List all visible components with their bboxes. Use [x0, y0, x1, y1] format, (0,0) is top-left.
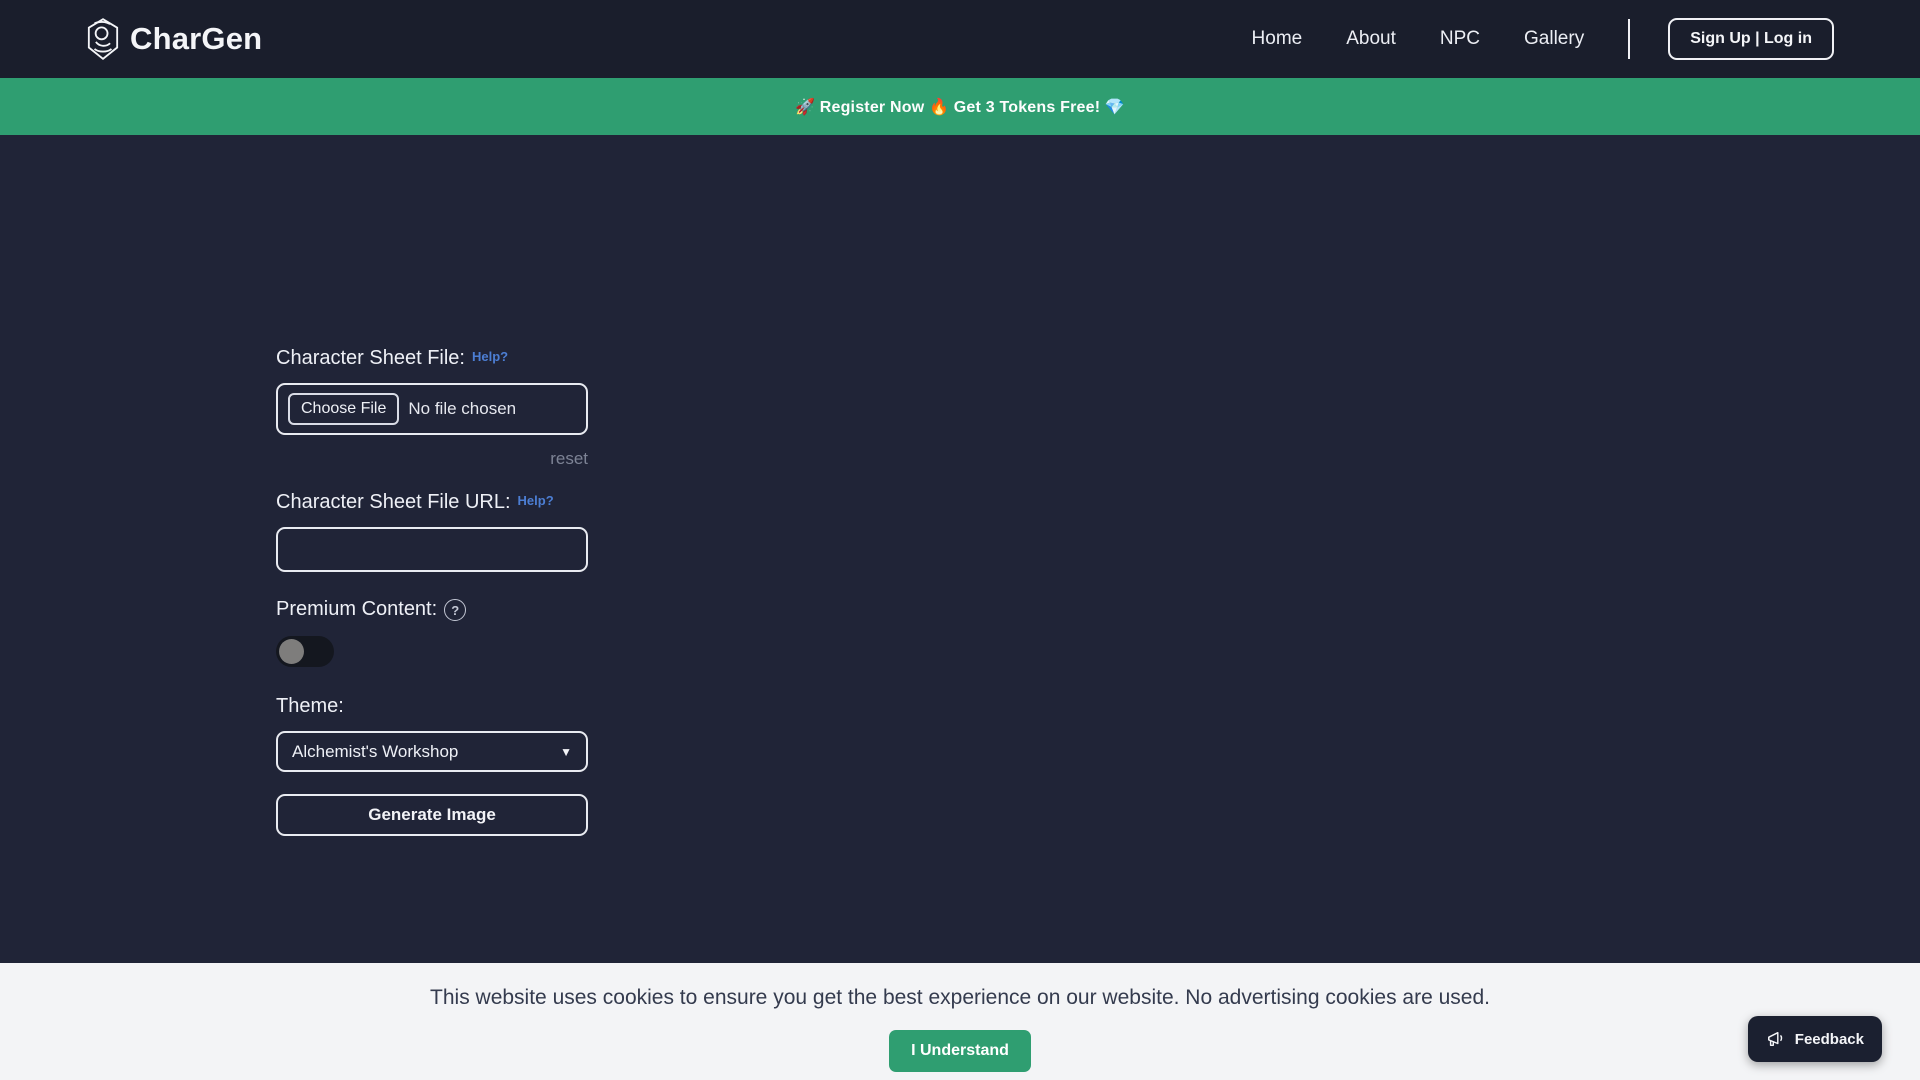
feedback-button-label: Feedback — [1795, 1031, 1864, 1048]
nav-link-about[interactable]: About — [1346, 28, 1396, 50]
theme-select[interactable]: Alchemist's Workshop ▼ — [276, 731, 588, 772]
url-help-link[interactable]: Help? — [518, 493, 554, 508]
chevron-down-icon: ▼ — [560, 745, 572, 759]
brand-name: CharGen — [130, 21, 262, 57]
nav-links: Home About NPC Gallery — [1252, 28, 1585, 50]
file-field-label: Character Sheet File: — [276, 347, 465, 370]
nav-divider — [1628, 19, 1630, 59]
premium-toggle[interactable] — [276, 636, 334, 667]
file-help-link[interactable]: Help? — [472, 349, 508, 364]
generator-form: Character Sheet File: Help? Choose File … — [276, 347, 588, 836]
file-input[interactable]: Choose File No file chosen — [276, 383, 588, 435]
premium-label: Premium Content: — [276, 598, 437, 621]
url-field-label: Character Sheet File URL: — [276, 491, 511, 514]
premium-help-icon[interactable]: ? — [444, 599, 466, 621]
theme-label: Theme: — [276, 695, 344, 718]
promo-banner-text: 🚀 Register Now 🔥 Get 3 Tokens Free! 💎 — [795, 97, 1125, 117]
main-content: Character Sheet File: Help? Choose File … — [0, 135, 1920, 963]
reset-link[interactable]: reset — [550, 449, 588, 468]
nav-link-home[interactable]: Home — [1252, 28, 1303, 50]
premium-toggle-knob — [279, 639, 304, 664]
feedback-button[interactable]: Feedback — [1748, 1016, 1882, 1062]
nav-right: Home About NPC Gallery Sign Up | Log in — [1252, 18, 1834, 60]
megaphone-icon — [1766, 1030, 1786, 1048]
signup-login-button[interactable]: Sign Up | Log in — [1668, 18, 1834, 60]
theme-selected-value: Alchemist's Workshop — [292, 742, 458, 762]
generate-image-button[interactable]: Generate Image — [276, 794, 588, 836]
nav-link-gallery[interactable]: Gallery — [1524, 28, 1584, 50]
cookie-consent-bar: This website uses cookies to ensure you … — [0, 963, 1920, 1080]
promo-banner[interactable]: 🚀 Register Now 🔥 Get 3 Tokens Free! 💎 — [0, 78, 1920, 135]
choose-file-button[interactable]: Choose File — [288, 393, 399, 425]
brand[interactable]: CharGen — [86, 17, 262, 61]
cookie-accept-button[interactable]: I Understand — [889, 1030, 1031, 1072]
chargen-logo-icon — [86, 17, 120, 61]
nav-link-npc[interactable]: NPC — [1440, 28, 1480, 50]
top-navbar: CharGen Home About NPC Gallery Sign Up |… — [0, 0, 1920, 78]
file-status-text: No file chosen — [408, 399, 516, 419]
cookie-message: This website uses cookies to ensure you … — [430, 986, 1490, 1010]
url-input[interactable] — [276, 527, 588, 572]
